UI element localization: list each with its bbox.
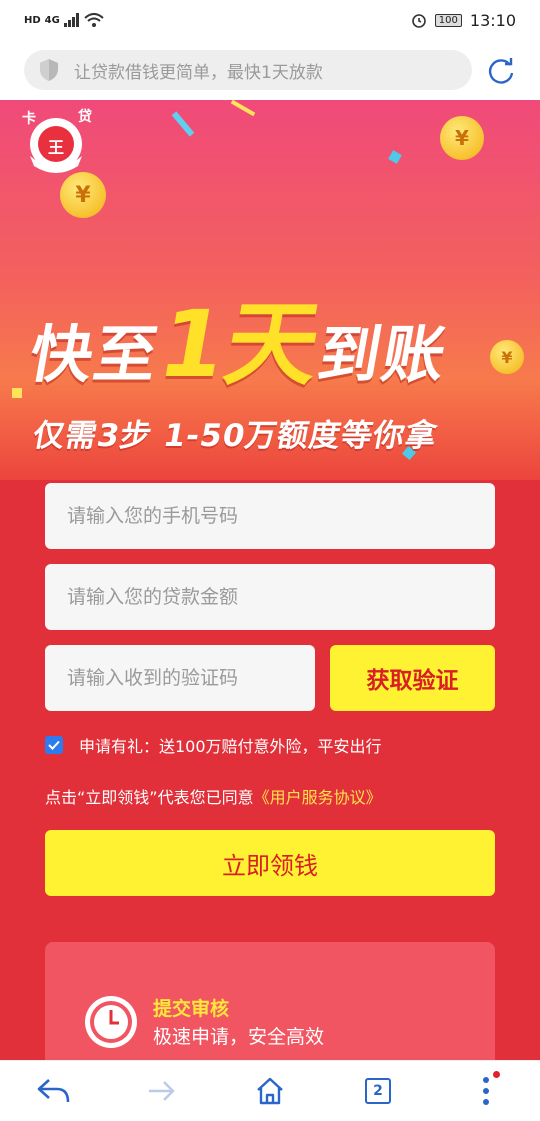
back-button[interactable] — [24, 1061, 84, 1121]
forward-button[interactable] — [132, 1061, 192, 1121]
confetti — [388, 150, 402, 164]
hd-indicator: HD — [24, 14, 41, 26]
phone-input[interactable] — [45, 483, 495, 549]
address-bar[interactable]: 让贷款借钱更简单，最快1天放款 — [24, 50, 472, 90]
service-agreement-link[interactable]: 《用户服务协议》 — [254, 788, 382, 807]
step-desc: 极速申请，安全高效 — [153, 1026, 325, 1048]
status-right: 100 13:10 — [411, 11, 516, 30]
headline-post: 到账 — [312, 318, 454, 391]
clock-refresh-icon — [85, 996, 137, 1048]
headline-pre: 快至 — [24, 318, 166, 391]
headline: 快至1天到账 — [22, 270, 461, 403]
gift-row: 申请有礼：送100万赔付意外险，平安出行 — [45, 733, 382, 757]
bottom-nav: 2 — [0, 1060, 540, 1121]
logo-text-right: 贷 — [78, 109, 92, 125]
home-button[interactable] — [240, 1061, 300, 1121]
agreement-text: 点击“立即领钱”代表您已同意《用户服务协议》 — [45, 784, 382, 808]
submit-button[interactable]: 立即领钱 — [45, 830, 495, 896]
coin-icon: ¥ — [440, 116, 484, 160]
back-icon — [37, 1079, 70, 1103]
menu-button[interactable] — [456, 1061, 516, 1121]
promo-banner: 卡 贷 王 ¥ ¥ ¥ 快至1天到账 仅需3步 1-50万额度等你拿 — [0, 100, 540, 500]
coin-icon: ¥ — [490, 340, 524, 374]
application-form: 获取验证 申请有礼：送100万赔付意外险，平安出行 点击“立即领钱”代表您已同意… — [0, 480, 540, 1082]
status-left: HD 4G — [24, 13, 104, 27]
network-type: 4G — [44, 14, 60, 26]
gift-checkbox[interactable] — [45, 736, 63, 754]
wifi-icon — [84, 13, 104, 27]
logo-text-left: 卡 — [22, 111, 36, 127]
signal-icon — [63, 13, 79, 27]
more-icon — [483, 1077, 489, 1105]
agreement-prefix: 点击“立即领钱”代表您已同意 — [45, 788, 254, 807]
headline-highlight: 1天 — [151, 291, 331, 398]
address-text: 让贷款借钱更简单，最快1天放款 — [74, 62, 323, 83]
get-code-button[interactable]: 获取验证 — [330, 645, 495, 711]
coin-icon: ¥ — [60, 172, 106, 218]
confetti — [230, 100, 256, 117]
clock: 13:10 — [469, 10, 516, 30]
refresh-icon[interactable] — [486, 56, 516, 86]
step-title: 提交审核 — [153, 998, 230, 1020]
code-input[interactable] — [45, 645, 315, 711]
amount-input[interactable] — [45, 564, 495, 630]
logo-text-center: 王 — [48, 138, 65, 157]
battery-indicator: 100 — [434, 13, 462, 27]
confetti — [171, 111, 195, 137]
gift-text: 申请有礼：送100万赔付意外险，平安出行 — [79, 737, 382, 756]
notification-dot — [493, 1071, 500, 1078]
confetti — [12, 388, 22, 398]
browser-toolbar: 让贷款借钱更简单，最快1天放款 — [0, 40, 540, 100]
alarm-icon — [411, 14, 426, 28]
home-icon — [257, 1077, 283, 1105]
check-icon — [48, 740, 60, 750]
status-bar: HD 4G 100 13:10 — [0, 0, 540, 40]
subline: 仅需3步 1-50万额度等你拿 — [30, 418, 441, 454]
shield-icon — [40, 59, 58, 81]
tabs-button[interactable]: 2 — [348, 1061, 408, 1121]
forward-icon — [149, 1081, 175, 1101]
tab-count: 2 — [365, 1078, 391, 1104]
